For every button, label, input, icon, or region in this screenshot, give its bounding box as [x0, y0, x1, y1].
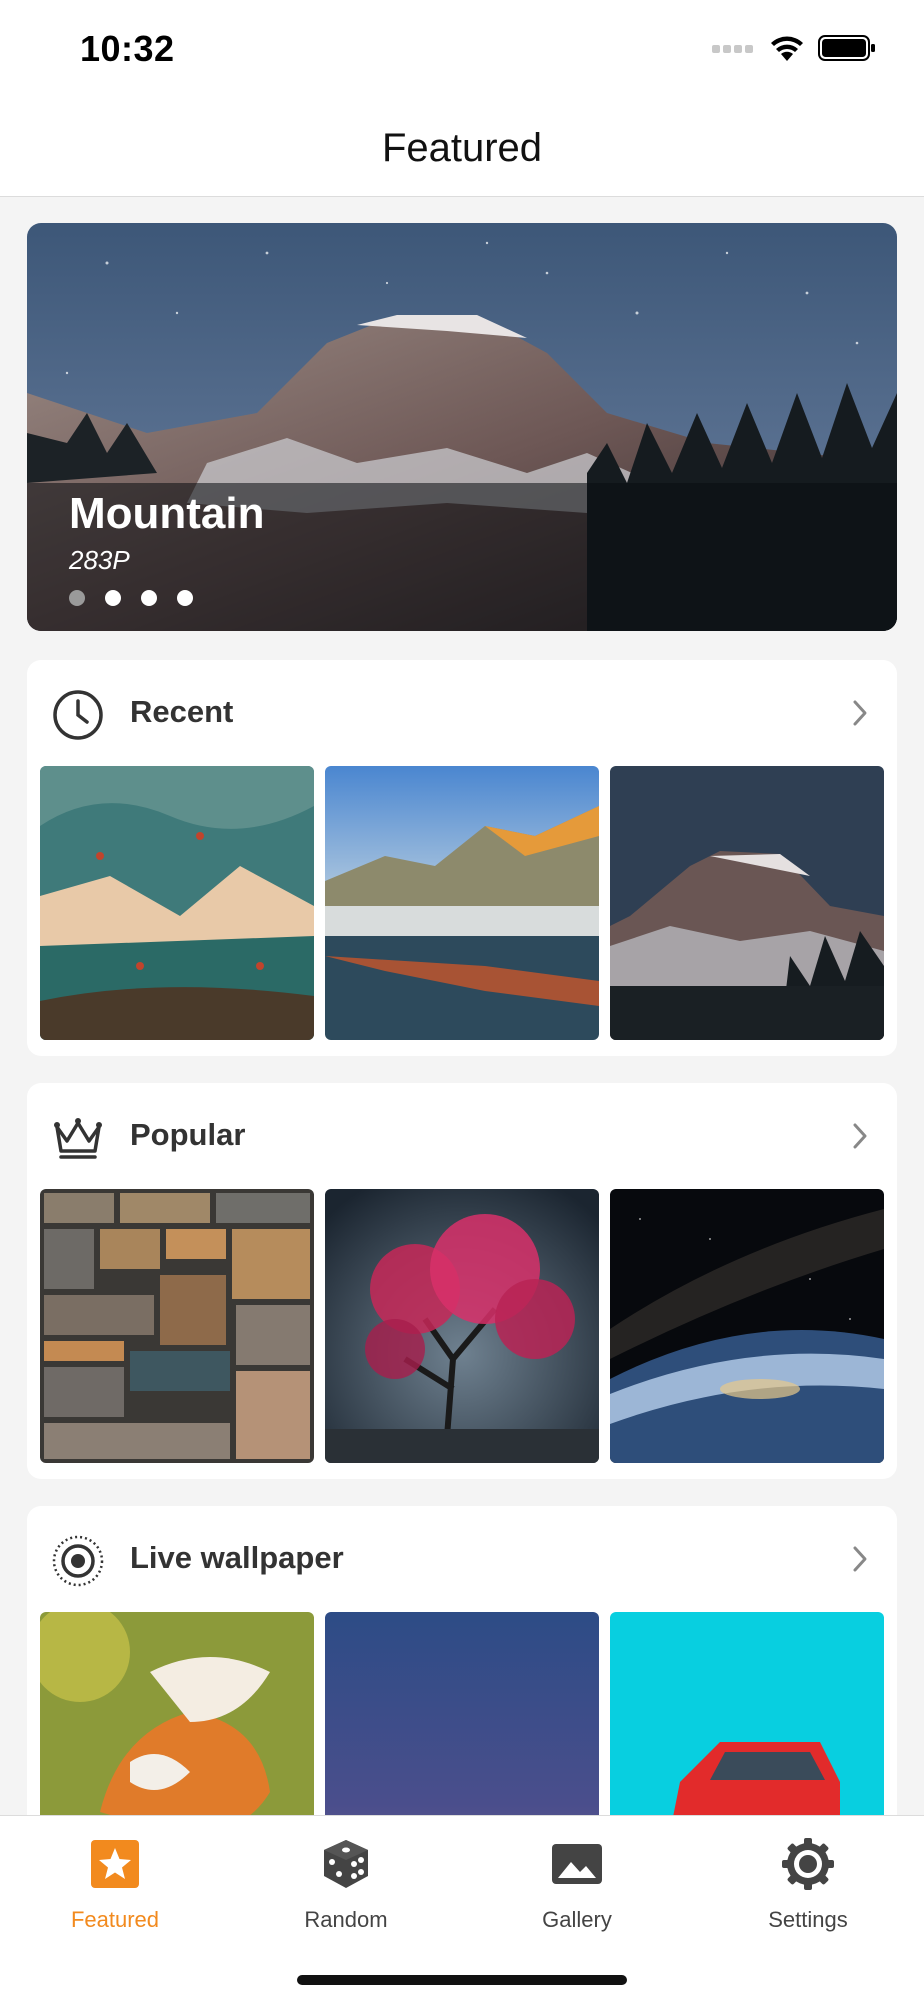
section-title: Recent	[130, 694, 234, 729]
thumbnail[interactable]	[610, 766, 884, 1040]
tab-random[interactable]: Random	[246, 1836, 446, 1946]
hero-title: Mountain	[69, 489, 265, 538]
live-photo-icon	[52, 1535, 104, 1587]
home-indicator[interactable]	[297, 1975, 627, 1985]
tab-label: Settings	[768, 1907, 848, 1932]
thumb-row	[40, 766, 884, 1040]
tab-label: Gallery	[542, 1907, 612, 1932]
live-wallpaper-header[interactable]: Live wallpaper	[27, 1506, 897, 1612]
thumbnail[interactable]	[610, 1189, 884, 1463]
page-dot[interactable]	[69, 590, 85, 606]
page-dot[interactable]	[177, 590, 193, 606]
popular-header[interactable]: Popular	[27, 1083, 897, 1189]
tab-featured[interactable]: Featured	[15, 1836, 215, 1946]
page-indicator[interactable]	[69, 590, 193, 606]
tab-settings[interactable]: Settings	[708, 1836, 908, 1946]
wifi-icon	[771, 36, 803, 61]
photo-icon	[552, 1844, 602, 1884]
status-bar: 10:32	[0, 0, 924, 96]
battery-icon	[818, 35, 875, 61]
thumbnail[interactable]	[325, 766, 599, 1040]
section-title: Popular	[130, 1117, 246, 1152]
chevron-right-icon	[853, 700, 867, 726]
page-title: Featured	[381, 126, 543, 170]
thumb-row	[40, 1189, 884, 1463]
hero-banner[interactable]: Mountain 283P	[27, 223, 897, 631]
crown-icon	[54, 1118, 102, 1159]
chevron-right-icon	[853, 1123, 867, 1149]
chevron-right-icon	[853, 1546, 867, 1572]
gear-icon	[782, 1838, 834, 1890]
tab-label: Random	[304, 1907, 388, 1932]
hero-image	[27, 223, 897, 631]
popular-section: Popular	[27, 1083, 897, 1479]
status-icons	[712, 34, 876, 62]
tab-bar: Featured Random Gallery Settings	[0, 1815, 924, 2001]
hero-subtitle: 283P	[69, 545, 130, 575]
page-dot[interactable]	[141, 590, 157, 606]
navigation-bar: Featured	[0, 96, 924, 197]
recent-section: Recent	[27, 660, 897, 1056]
signal-icon	[712, 45, 753, 53]
thumbnail[interactable]	[40, 1189, 314, 1463]
thumbnail[interactable]	[325, 1189, 599, 1463]
tab-label: Featured	[70, 1907, 160, 1932]
section-title: Live wallpaper	[130, 1540, 344, 1575]
thumbnail[interactable]	[40, 766, 314, 1040]
clock-icon	[53, 690, 103, 740]
tab-gallery[interactable]: Gallery	[477, 1836, 677, 1946]
star-icon	[91, 1840, 139, 1888]
status-time: 10:32	[80, 28, 175, 69]
page-dot[interactable]	[105, 590, 121, 606]
dice-icon	[324, 1840, 368, 1888]
recent-header[interactable]: Recent	[27, 660, 897, 766]
